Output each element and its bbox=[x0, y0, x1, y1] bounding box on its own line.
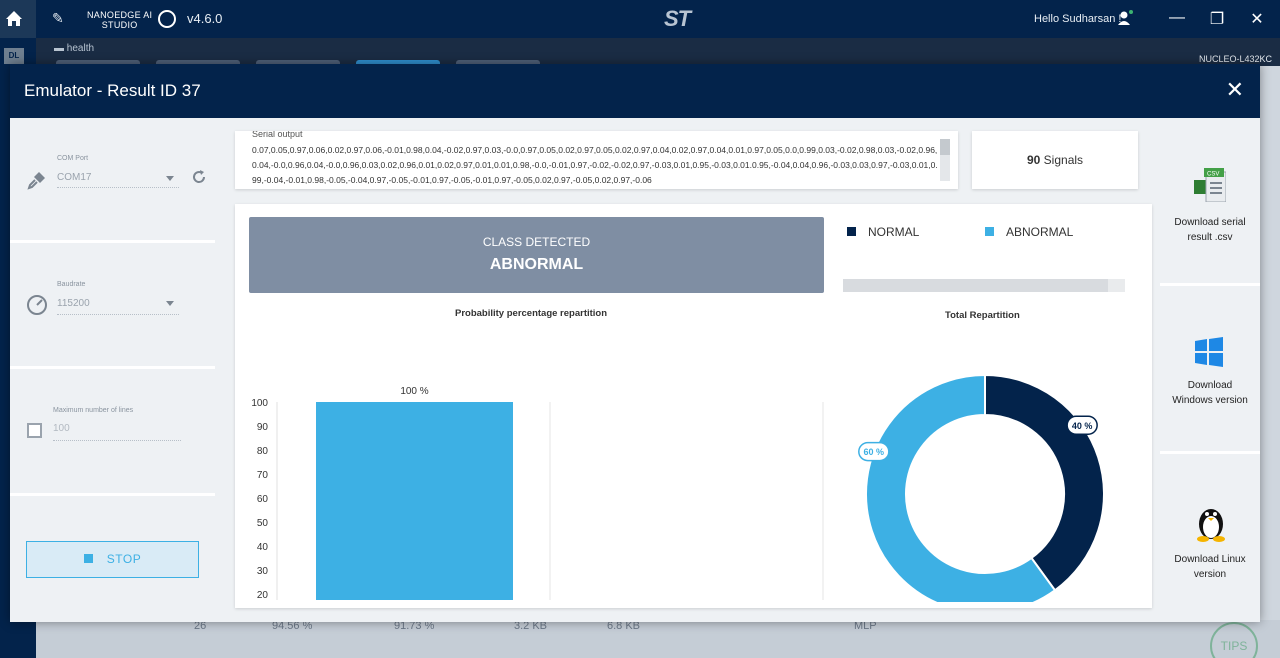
dialog-title: Emulator - Result ID 37 bbox=[24, 81, 201, 100]
project-bar: ▬ health NUCLEO-L432KC bbox=[36, 38, 1280, 66]
baudrate-label: Baudrate bbox=[57, 281, 86, 288]
y-tick-label: 70 bbox=[257, 470, 269, 481]
signals-count: 90 bbox=[1026, 153, 1041, 167]
y-tick-label: 60 bbox=[257, 494, 269, 505]
donut-chart-title: Total Repartition bbox=[945, 310, 1020, 321]
y-tick-label: 100 bbox=[251, 398, 268, 409]
stop-button[interactable]: STOP bbox=[26, 541, 199, 578]
legend-label-abnormal: ABNORMAL bbox=[1006, 225, 1074, 239]
windows-icon bbox=[1195, 337, 1223, 367]
scrollbar-thumb[interactable] bbox=[940, 139, 950, 155]
download-windows-label: Download Windows version bbox=[1172, 380, 1248, 406]
breadcrumb[interactable]: ▬ health bbox=[54, 43, 94, 54]
board-name: NUCLEO-L432KC bbox=[1198, 54, 1272, 64]
max-lines-underline bbox=[53, 440, 181, 441]
signal-progress-bar bbox=[843, 279, 1125, 292]
donut-data-label: 40 % bbox=[1072, 421, 1093, 431]
app-version: v4.6.0 bbox=[187, 11, 223, 26]
signal-progress-fill bbox=[843, 279, 1109, 292]
app-logo: NANOEDGE AI STUDIO bbox=[87, 10, 153, 30]
max-lines-card: Maximum number of lines 100 bbox=[10, 369, 215, 496]
y-tick-label: 20 bbox=[257, 590, 269, 600]
home-button[interactable] bbox=[0, 0, 36, 38]
bar-abnormal bbox=[316, 402, 513, 600]
baudrate-card: Baudrate 115200 bbox=[10, 243, 215, 369]
usb-plug-icon bbox=[27, 172, 45, 190]
baudrate-underline bbox=[57, 314, 179, 315]
dialog-header: Emulator - Result ID 37 ✕ bbox=[10, 64, 1260, 118]
legend-swatch-abnormal bbox=[985, 227, 994, 236]
class-detected-box: CLASS DETECTED ABNORMAL bbox=[249, 217, 824, 293]
max-lines-checkbox[interactable] bbox=[27, 423, 42, 438]
y-tick-label: 90 bbox=[257, 422, 269, 433]
csv-file-icon: CSV bbox=[1194, 168, 1226, 202]
download-linux-label: Download Linux version bbox=[1174, 554, 1246, 580]
pin-icon[interactable]: ✎ bbox=[52, 10, 64, 27]
baudrate-select[interactable]: 115200 bbox=[57, 298, 90, 309]
stop-icon bbox=[83, 554, 93, 563]
result-panel: CLASS DETECTED ABNORMAL NORMAL ABNORMAL … bbox=[235, 204, 1152, 608]
legend-item-abnormal: ABNORMAL bbox=[985, 225, 1073, 239]
download-windows-card[interactable]: Download Windows version bbox=[1160, 286, 1260, 454]
com-port-select[interactable]: COM17 bbox=[57, 172, 91, 183]
home-icon bbox=[6, 11, 22, 26]
serial-output-box: 0.07,0.05,0.97,0.06,0.02,0.97,0.06,-0.01… bbox=[235, 131, 958, 189]
bar-chart-title: Probability percentage repartition bbox=[455, 308, 608, 319]
linux-penguin-icon bbox=[1197, 509, 1225, 542]
com-port-card: COM Port COM17 bbox=[10, 118, 215, 243]
download-csv-card[interactable]: CSV Download serial result .csv bbox=[1160, 118, 1260, 286]
serial-scrollbar[interactable] bbox=[940, 139, 950, 181]
refresh-icon[interactable] bbox=[190, 168, 208, 186]
user-icon[interactable] bbox=[1117, 10, 1133, 26]
probability-bar-chart: 0102030405060708090100100 % bbox=[251, 386, 824, 600]
svg-text:CSV: CSV bbox=[1207, 172, 1219, 178]
serial-output-label: Serial output bbox=[252, 131, 303, 139]
class-detected-label: CLASS DETECTED bbox=[482, 235, 591, 249]
app-logo-mark bbox=[158, 10, 176, 28]
user-greeting: Hello Sudharsan ! bbox=[1034, 13, 1122, 25]
max-lines-input[interactable]: 100 bbox=[53, 423, 70, 434]
stop-label: STOP bbox=[106, 552, 142, 566]
y-tick-label: 30 bbox=[257, 566, 269, 577]
chevron-down-icon[interactable] bbox=[166, 176, 174, 181]
gauge-icon bbox=[27, 295, 47, 315]
bar-data-label: 100 % bbox=[400, 386, 428, 397]
donut-data-label: 60 % bbox=[864, 447, 885, 457]
serial-output-text[interactable]: 0.07,0.05,0.97,0.06,0.02,0.97,0.06,-0.01… bbox=[252, 143, 942, 188]
emulator-dialog: Emulator - Result ID 37 ✕ COM Port COM17… bbox=[10, 64, 1260, 622]
signals-label: Signals bbox=[1043, 153, 1084, 167]
minimize-icon[interactable]: — bbox=[1167, 9, 1187, 27]
vendor-logo: ST bbox=[664, 6, 691, 31]
max-lines-label: Maximum number of lines bbox=[53, 407, 134, 414]
close-icon[interactable]: ✕ bbox=[1226, 77, 1244, 103]
breadcrumb-label: health bbox=[66, 43, 95, 54]
com-port-underline bbox=[57, 187, 179, 188]
signals-counter: 90 Signals bbox=[972, 131, 1138, 189]
restore-icon[interactable]: ❐ bbox=[1207, 9, 1227, 29]
download-linux-card[interactable]: Download Linux version bbox=[1160, 454, 1260, 622]
y-tick-label: 40 bbox=[257, 542, 269, 553]
app-title-bar: ✎ NANOEDGE AI STUDIO v4.6.0 ST Hello Sud… bbox=[0, 0, 1280, 38]
rail-badge[interactable]: DL bbox=[4, 48, 24, 64]
legend-swatch-normal bbox=[847, 227, 856, 236]
donut-slice-normal bbox=[984, 373, 1105, 592]
com-port-label: COM Port bbox=[57, 155, 89, 162]
total-repartition-donut: 40 % 60 % bbox=[858, 373, 1105, 602]
y-tick-label: 80 bbox=[257, 446, 269, 457]
class-detected-value: ABNORMAL bbox=[489, 256, 584, 273]
close-window-icon[interactable]: ✕ bbox=[1247, 9, 1267, 29]
legend-item-normal: NORMAL bbox=[847, 225, 919, 239]
chevron-down-icon[interactable] bbox=[166, 301, 174, 306]
legend-label-normal: NORMAL bbox=[868, 225, 920, 239]
y-tick-label: 50 bbox=[257, 518, 269, 529]
download-csv-label: Download serial result .csv bbox=[1174, 217, 1246, 243]
background-table-row: 26 94.56 % 91.73 % 3.2 KB 6.8 KB MLP bbox=[36, 620, 1280, 658]
